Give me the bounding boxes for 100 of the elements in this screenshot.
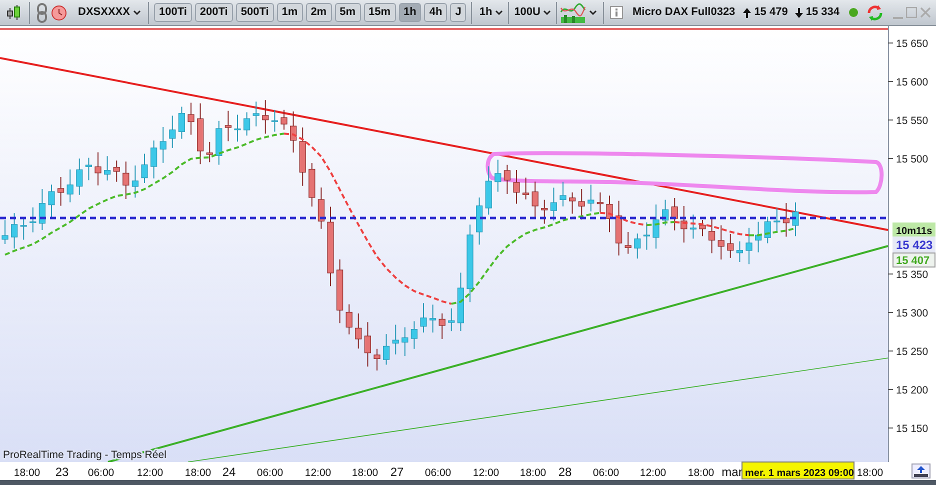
candle: [280, 109, 288, 130]
period-dropdown[interactable]: 1h: [477, 4, 506, 21]
info-icon[interactable]: [610, 6, 624, 19]
interval-button[interactable]: 1m: [276, 3, 303, 22]
candle: [438, 312, 446, 340]
candle: [708, 218, 716, 254]
time-axis-label: 06:00: [592, 467, 620, 479]
time-axis-label: 18:00: [184, 467, 212, 479]
up-arrow-icon: [743, 8, 752, 18]
candle: [58, 176, 64, 206]
candle: [346, 304, 352, 335]
price-marker: 15 423: [892, 236, 936, 252]
candle: [402, 326, 408, 357]
candle: [66, 168, 74, 203]
candle: [662, 199, 669, 226]
candle: [234, 114, 241, 142]
candle: [169, 115, 176, 148]
trend-line[interactable]: [108, 245, 888, 463]
interval-button[interactable]: J: [450, 3, 466, 22]
refresh-icon[interactable]: [866, 4, 884, 22]
candle: [569, 192, 576, 214]
candle: [596, 192, 604, 213]
candle: [513, 170, 520, 204]
candle: [457, 272, 464, 332]
candle: [224, 110, 232, 142]
high-price: 15 479: [754, 5, 788, 20]
interval-button[interactable]: 2m: [306, 3, 332, 22]
time-axis-label: 12:00: [640, 467, 666, 479]
interval-button[interactable]: 100Ti: [154, 3, 192, 22]
candle: [197, 102, 204, 165]
candle: [410, 320, 418, 350]
candle: [299, 126, 306, 186]
candle: [736, 240, 743, 262]
interval-button[interactable]: 200Ti: [194, 3, 233, 22]
candle: [271, 109, 278, 132]
scroll-up-icon[interactable]: [912, 464, 930, 478]
candle: [252, 101, 260, 127]
candle: [2, 220, 8, 244]
link-icon[interactable]: [36, 2, 48, 22]
candle: [48, 184, 55, 218]
interval-button[interactable]: 500Ti: [236, 3, 274, 22]
candle: [652, 204, 660, 250]
candle: [141, 153, 148, 184]
candle: [318, 187, 324, 230]
candle: [383, 334, 390, 366]
candle: [792, 202, 799, 237]
candle: [746, 227, 752, 265]
time-axis-label: 12:00: [304, 467, 332, 479]
interval-button[interactable]: 15m: [364, 3, 396, 22]
time-axis-label: 18:00: [688, 467, 714, 479]
candle: [550, 187, 557, 221]
candle: [336, 258, 344, 324]
price-tick-label: 15 350: [896, 269, 928, 281]
candle: [699, 220, 706, 237]
price-marker: 10m11s: [892, 222, 936, 238]
candle: [774, 208, 780, 234]
interval-button[interactable]: 1h: [398, 3, 422, 22]
candle: [782, 202, 790, 238]
interval-button[interactable]: 5m: [334, 3, 360, 22]
candle: [420, 302, 427, 334]
candle: [262, 100, 269, 134]
candle: [690, 214, 696, 240]
candle: [122, 161, 130, 200]
candle: [20, 218, 27, 240]
units-dropdown[interactable]: 100U: [512, 4, 554, 21]
candle: [718, 224, 724, 260]
candle: [206, 141, 213, 163]
candle: [30, 206, 36, 233]
down-arrow-icon: [794, 8, 803, 18]
cursor-date-label: mer. 1 mars 2023 09:00: [742, 462, 854, 480]
interval-button[interactable]: 4h: [424, 3, 448, 22]
candle: [290, 110, 297, 154]
time-axis-label: 28: [558, 465, 572, 479]
highlight-outline[interactable]: [486, 151, 884, 194]
price-marker: 15 407: [892, 252, 936, 268]
candle: [494, 159, 502, 192]
caret-icon: [495, 10, 504, 16]
candle: [113, 160, 120, 182]
candle: [504, 164, 510, 194]
instrument-name: Micro DAX Full0323: [632, 5, 736, 20]
time-axis-label: 27: [390, 465, 404, 479]
candle: [178, 106, 185, 140]
trend-line[interactable]: [0, 57, 888, 231]
time-axis-label: mar: [722, 465, 742, 479]
candle: [560, 181, 566, 207]
time-axis-label: 18:00: [14, 467, 40, 479]
caret-icon[interactable]: [589, 10, 598, 16]
symbol-dropdown[interactable]: DXSXXXX: [76, 4, 143, 21]
price-tick-label: 15 300: [896, 308, 928, 320]
low-price: 15 334: [806, 5, 840, 20]
time-axis-label: 23: [55, 465, 69, 479]
candle: [634, 233, 641, 260]
caret-icon: [132, 10, 141, 16]
time-axis-label: 18:00: [352, 467, 378, 479]
candlestick-icon[interactable]: [5, 4, 23, 22]
candle: [104, 156, 111, 181]
horizontal-line[interactable]: [0, 28, 888, 30]
candle: [38, 188, 46, 231]
price-tick-label: 15 550: [896, 115, 928, 127]
clock-icon[interactable]: [51, 4, 67, 20]
